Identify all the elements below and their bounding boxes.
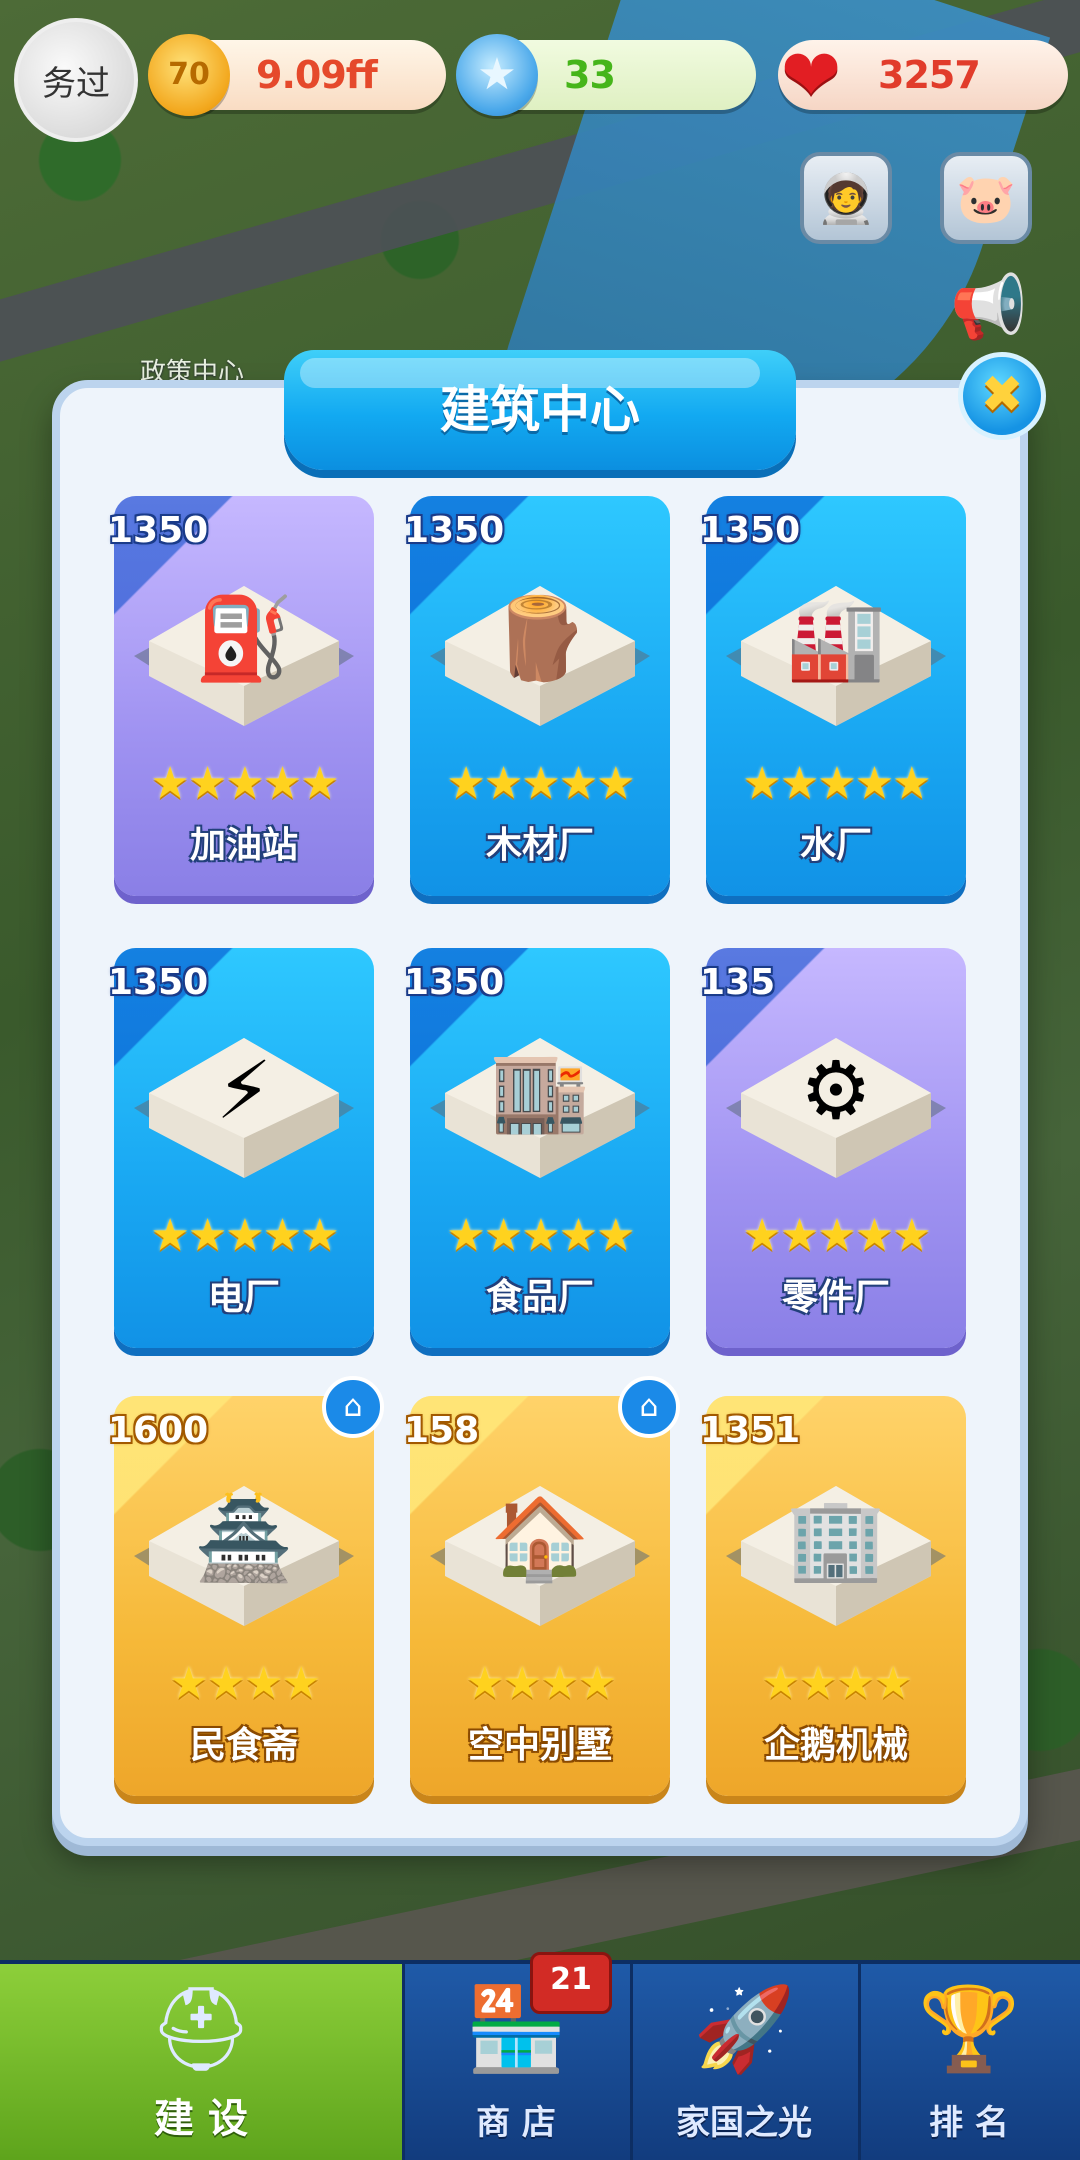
- gas-station-icon: ⛽: [134, 586, 354, 726]
- price-label: 1351: [700, 1410, 801, 1451]
- event-icon[interactable]: 🧑‍🚀: [800, 152, 892, 244]
- building-card[interactable]: 🏢 ★★★★ 企鹅机械 1351: [700, 1396, 966, 1796]
- card-face: 🪵 ★★★★★ 木材厂: [410, 496, 670, 896]
- building-name: 空中别墅: [467, 1725, 612, 1766]
- building-name: 电厂: [207, 1277, 280, 1318]
- heart-counter[interactable]: 3257: [770, 34, 1068, 116]
- building-card[interactable]: ⚡ ★★★★★ 电厂 1350: [108, 948, 374, 1348]
- building-name: 加油站: [189, 825, 298, 866]
- power-plant-icon: ⚡: [134, 1038, 354, 1178]
- building-name: 零件厂: [781, 1277, 890, 1318]
- building-card[interactable]: 🏭 ★★★★★ 水厂 1350: [700, 496, 966, 896]
- rating-stars: ★★★★: [465, 1658, 617, 1709]
- price-label: 1350: [108, 510, 209, 551]
- price-label: 158: [404, 1410, 480, 1451]
- building-card[interactable]: ⛽ ★★★★★ 加油站 1350: [108, 496, 374, 896]
- price-label: 1350: [404, 510, 505, 551]
- nav-glory[interactable]: 🚀 家国之光: [630, 1964, 861, 2160]
- svg-text:🏢: 🏢: [786, 1492, 886, 1585]
- rating-stars: ★★★★★: [446, 758, 635, 809]
- svg-text:🏠: 🏠: [490, 1492, 590, 1585]
- hardhat-icon: ⛑: [148, 1982, 254, 2077]
- svg-text:⚙: ⚙: [800, 1044, 872, 1137]
- nav-ranking[interactable]: 🏆 排 名: [858, 1964, 1080, 2160]
- lumber-mill-icon: 🪵: [430, 586, 650, 726]
- gold-counter[interactable]: 9.09ff: [148, 34, 446, 116]
- card-face: ⚙ ★★★★★ 零件厂: [706, 948, 966, 1348]
- building-card[interactable]: 🏠 ★★★★ 空中别墅 158 ⌂: [404, 1376, 680, 1796]
- blue-star-counter[interactable]: 33: [456, 34, 756, 116]
- card-face: 🏢 ★★★★ 企鹅机械: [706, 1396, 966, 1796]
- nav-build-label: 建 设: [154, 2096, 248, 2142]
- rating-stars: ★★★★★: [742, 1210, 931, 1261]
- tower-icon: 🏢: [726, 1486, 946, 1626]
- card-face: ⛽ ★★★★★ 加油站: [114, 496, 374, 896]
- food-factory-icon: 🏬: [430, 1038, 650, 1178]
- heart-value: 3257: [878, 53, 981, 97]
- svg-text:🏬: 🏬: [490, 1044, 590, 1137]
- building-name: 水厂: [799, 825, 872, 866]
- building-name: 食品厂: [485, 1277, 594, 1318]
- svg-text:🏯: 🏯: [194, 1491, 294, 1586]
- card-face: 🏠 ★★★★ 空中别墅: [410, 1396, 670, 1796]
- svg-text:⚡: ⚡: [216, 1044, 272, 1137]
- rocket-icon: 🚀: [692, 1982, 796, 2077]
- price-label: 1350: [700, 510, 801, 551]
- chinese-pavilion-icon: 🏯: [134, 1486, 354, 1626]
- ranking-icon: 🏆: [917, 1982, 1021, 2077]
- home-icon[interactable]: ⌂: [322, 1376, 384, 1438]
- nav-build[interactable]: ⛑ 建 设: [0, 1964, 405, 2160]
- card-face: 🏬 ★★★★★ 食品厂: [410, 948, 670, 1348]
- building-card[interactable]: 🏬 ★★★★★ 食品厂 1350: [404, 948, 670, 1348]
- rating-stars: ★★★★★: [150, 1210, 339, 1261]
- price-label: 135: [700, 962, 776, 1003]
- rating-stars: ★★★★★: [150, 758, 339, 809]
- shop-notification-badge: 21: [530, 1952, 612, 2014]
- building-card[interactable]: ⚙ ★★★★★ 零件厂 135: [700, 948, 966, 1348]
- megaphone-icon[interactable]: 📢: [944, 262, 1034, 352]
- building-name: 企鹅机械: [763, 1725, 908, 1766]
- building-name: 民食斋: [189, 1725, 298, 1766]
- gold-coin-icon: [148, 34, 230, 116]
- building-card[interactable]: 🏯 ★★★★ 民食斋 1600 ⌂: [108, 1376, 384, 1796]
- card-face: 🏯 ★★★★ 民食斋: [114, 1396, 374, 1796]
- nav-glory-label: 家国之光: [676, 2103, 812, 2143]
- villa-icon: 🏠: [430, 1486, 650, 1626]
- svg-text:⛽: ⛽: [194, 592, 294, 685]
- svg-text:🪵: 🪵: [490, 592, 590, 685]
- building-name: 木材厂: [485, 825, 594, 866]
- price-label: 1350: [108, 962, 209, 1003]
- home-icon[interactable]: ⌂: [618, 1376, 680, 1438]
- rating-stars: ★★★★★: [446, 1210, 635, 1261]
- blue-star-value: 33: [564, 53, 616, 97]
- rating-stars: ★★★★★: [742, 758, 931, 809]
- card-face: 🏭 ★★★★★ 水厂: [706, 496, 966, 896]
- dialog-title: 建筑中心: [284, 350, 796, 470]
- card-face: ⚡ ★★★★★ 电厂: [114, 948, 374, 1348]
- building-card[interactable]: 🪵 ★★★★★ 木材厂 1350: [404, 496, 670, 896]
- mascot-icon[interactable]: 🐷: [940, 152, 1032, 244]
- rating-stars: ★★★★: [169, 1658, 321, 1709]
- blue-star-icon: [456, 34, 538, 116]
- heart-icon: [770, 34, 852, 116]
- svg-text:🏭: 🏭: [786, 592, 886, 685]
- gold-value: 9.09ff: [256, 53, 378, 97]
- water-plant-icon: 🏭: [726, 586, 946, 726]
- close-button[interactable]: ✖: [958, 352, 1046, 440]
- price-label: 1350: [404, 962, 505, 1003]
- rating-stars: ★★★★: [761, 1658, 913, 1709]
- player-avatar[interactable]: 务过: [14, 18, 138, 142]
- parts-factory-icon: ⚙: [726, 1038, 946, 1178]
- nav-ranking-label: 排 名: [929, 2103, 1009, 2143]
- price-label: 1600: [108, 1410, 209, 1451]
- nav-shop-label: 商 店: [476, 2103, 556, 2143]
